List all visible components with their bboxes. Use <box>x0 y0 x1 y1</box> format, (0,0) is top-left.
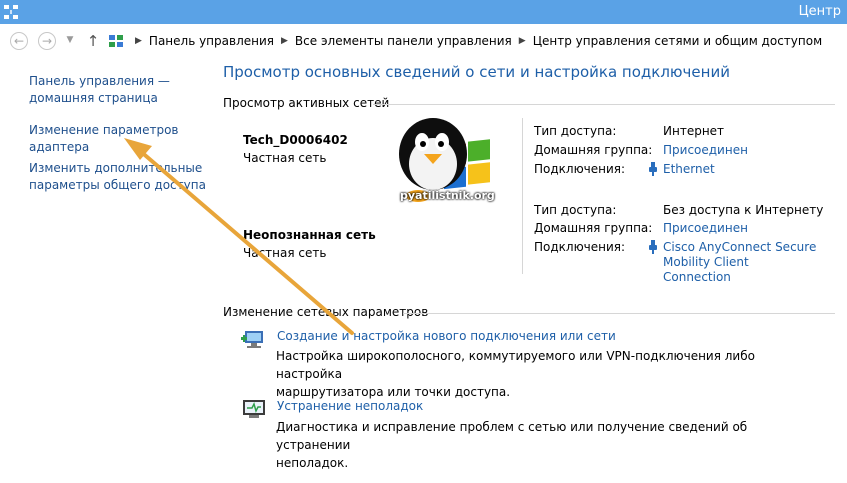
task-link-new-connection[interactable]: Создание и настройка нового подключения … <box>277 329 616 343</box>
homegroup-link[interactable]: Присоединен <box>663 221 748 235</box>
ethernet-plug-icon <box>649 162 657 176</box>
connections-label: Подключения: <box>534 162 626 176</box>
navigation-bar: ← → ▼ ↑ ▶ Панель управления ▶ Все элемен… <box>0 24 847 58</box>
recent-pages-dropdown[interactable]: ▼ <box>64 34 76 46</box>
network-name: Tech_D0006402 <box>243 133 348 147</box>
ethernet-plug-icon <box>649 240 657 254</box>
access-type-value: Без доступа к Интернету <box>663 203 824 217</box>
window-title: Центр <box>798 4 841 19</box>
section-divider <box>403 313 835 314</box>
breadcrumb-separator-icon: ▶ <box>281 36 288 46</box>
network-type[interactable]: Частная сеть <box>243 151 326 165</box>
arrow-right-icon: → <box>41 34 53 48</box>
task-description-line: неполадок. <box>276 456 349 470</box>
back-button[interactable]: ← <box>10 32 28 50</box>
section-divider <box>373 104 835 105</box>
connection-link-label: Mobility Client <box>663 255 749 269</box>
access-type-value: Интернет <box>663 124 725 138</box>
chevron-down-icon: ▼ <box>66 35 74 45</box>
network-name: Неопознанная сеть <box>243 228 376 242</box>
active-networks-title: Просмотр активных сетей <box>223 96 390 110</box>
new-connection-icon <box>241 331 263 348</box>
access-type-label: Тип доступа: <box>534 203 617 217</box>
forward-button[interactable]: → <box>38 32 56 50</box>
network-type[interactable]: Частная сеть <box>243 246 326 260</box>
access-type-label: Тип доступа: <box>534 124 617 138</box>
breadcrumb-item[interactable]: Центр управления сетями и общим доступом <box>533 34 822 48</box>
connection-link-cisco[interactable]: Cisco AnyConnect Secure Mobility Client … <box>663 240 816 285</box>
homegroup-link[interactable]: Присоединен <box>663 143 748 157</box>
sidebar-item-advanced-sharing[interactable]: Изменить дополнительные параметры общего… <box>29 160 206 194</box>
sidebar-item-label: адаптера <box>29 140 90 154</box>
sidebar-item-control-panel-home[interactable]: Панель управления — домашняя страница <box>29 73 170 107</box>
change-settings-title: Изменение сетевых параметров <box>223 305 429 319</box>
breadcrumb-item[interactable]: Все элементы панели управления <box>295 34 512 48</box>
homegroup-label: Домашняя группа: <box>534 221 653 235</box>
connection-link-ethernet[interactable]: Ethernet <box>663 162 715 176</box>
network-center-icon <box>4 5 18 19</box>
connection-link-label: Connection <box>663 270 731 284</box>
sidebar-item-change-adapter-settings[interactable]: Изменение параметров адаптера <box>29 122 179 156</box>
connection-link-label: Cisco AnyConnect Secure <box>663 240 817 254</box>
task-link-troubleshoot[interactable]: Устранение неполадок <box>277 399 423 413</box>
up-button[interactable]: ↑ <box>86 32 100 50</box>
sidebar-item-label: Панель управления — <box>29 74 170 88</box>
breadcrumb-item[interactable]: Панель управления <box>149 34 274 48</box>
sidebar-item-label: Изменить дополнительные <box>29 161 203 175</box>
watermark-text: pyatilistnik.org <box>400 189 495 202</box>
task-description: Диагностика и исправление проблем с сеть… <box>276 418 796 472</box>
vertical-divider <box>522 118 523 274</box>
sidebar-item-label: параметры общего доступа <box>29 178 206 192</box>
troubleshoot-icon <box>243 400 265 418</box>
arrow-left-icon: ← <box>13 34 25 48</box>
task-description: Настройка широкополосного, коммутируемог… <box>276 347 796 401</box>
sidebar-item-label: Изменение параметров <box>29 123 179 137</box>
sidebar-item-label: домашняя страница <box>29 91 158 105</box>
arrow-up-icon: ↑ <box>86 32 100 50</box>
control-panel-icon <box>109 35 123 47</box>
task-description-line: Настройка широкополосного, коммутируемог… <box>276 349 755 381</box>
breadcrumb-separator-icon: ▶ <box>518 36 526 46</box>
breadcrumb-separator-icon: ▶ <box>135 36 142 46</box>
page-title: Просмотр основных сведений о сети и наст… <box>223 63 730 81</box>
connections-label: Подключения: <box>534 240 626 254</box>
title-bar: Центр <box>0 0 847 24</box>
homegroup-label: Домашняя группа: <box>534 143 653 157</box>
task-description-line: Диагностика и исправление проблем с сеть… <box>276 420 748 452</box>
breadcrumb: ▶ Панель управления ▶ Все элементы панел… <box>108 30 822 52</box>
